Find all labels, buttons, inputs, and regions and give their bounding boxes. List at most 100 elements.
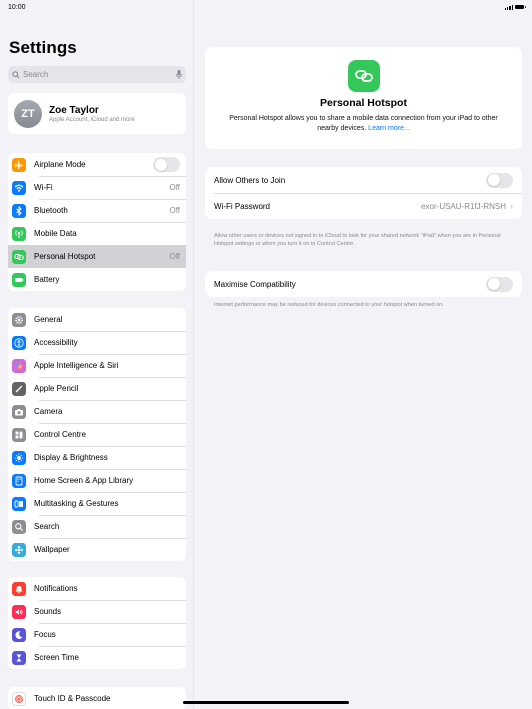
sidebar-item-mobile-data[interactable]: Mobile Data <box>8 222 186 245</box>
pencil-icon <box>12 381 26 396</box>
sidebar-item-control-centre[interactable]: Control Centre <box>8 423 186 446</box>
sidebar-item-wallpaper[interactable]: Wallpaper <box>8 538 186 561</box>
sidebar-item-personal-hotspot[interactable]: Personal Hotspot Off <box>8 245 186 268</box>
sidebar-item-label: Search <box>34 522 60 531</box>
battery-status-icon <box>515 4 526 10</box>
allow-others-toggle[interactable] <box>486 172 513 188</box>
sidebar-item-touch-id-and-passcode[interactable]: Touch ID & Passcode <box>8 687 186 709</box>
bluetooth-icon <box>12 203 26 218</box>
battery-icon <box>12 272 26 287</box>
sidebar-item-label: Wallpaper <box>34 545 70 554</box>
sidebar-item-display-and-brightness[interactable]: Display & Brightness <box>8 446 186 469</box>
sidebar-item-label: Camera <box>34 407 63 416</box>
home-screen-icon <box>12 473 26 488</box>
gear-icon <box>12 312 26 327</box>
profile-name: Zoe Taylor <box>49 104 99 116</box>
microphone-icon[interactable] <box>176 70 182 79</box>
allow-others-row: Allow Others to Join <box>205 167 522 193</box>
moon-icon <box>12 627 26 642</box>
sidebar-item-apple-intelligence-and-siri[interactable]: Apple Intelligence & Siri <box>8 354 186 377</box>
sidebar-group-system: General Accessibility Apple Intelligence &… <box>8 308 186 561</box>
wifi-password-label: Wi-Fi Password <box>214 201 271 211</box>
hotspot-title: Personal Hotspot <box>320 97 407 109</box>
sidebar-item-screen-time[interactable]: Screen Time <box>8 646 186 669</box>
hourglass-icon <box>12 650 26 665</box>
sidebar-item-notifications[interactable]: Notifications <box>8 577 186 600</box>
sidebar-item-wi-fi[interactable]: Wi-Fi Off <box>8 176 186 199</box>
sidebar-item-focus[interactable]: Focus <box>8 623 186 646</box>
sidebar-item-airplane-mode[interactable]: Airplane Mode <box>8 153 186 176</box>
sidebar-item-value: Off <box>169 206 180 215</box>
personal-hotspot-detail: Personal Hotspot Personal Hotspot allows… <box>195 0 532 709</box>
airplane-mode-toggle[interactable] <box>153 157 180 172</box>
hotspot-link-icon <box>347 60 380 92</box>
sidebar-item-label: Focus <box>34 630 56 639</box>
maximise-label: Maximise Compatibility <box>214 279 296 289</box>
hotspot-description-text: Personal Hotspot allows you to share a m… <box>229 115 498 133</box>
control-centre-icon <box>12 427 26 442</box>
sidebar-group-notifications: Notifications Sounds Focus Screen Time <box>8 577 186 669</box>
sidebar-item-label: Home Screen & App Library <box>34 476 134 485</box>
sidebar-item-bluetooth[interactable]: Bluetooth Off <box>8 199 186 222</box>
sidebar-item-general[interactable]: General <box>8 308 186 331</box>
sidebar-item-value: Off <box>169 183 180 192</box>
hotspot-settings-card: Allow Others to Join Wi-Fi Password exor… <box>205 167 522 219</box>
sidebar-item-camera[interactable]: Camera <box>8 400 186 423</box>
multitasking-icon <box>12 496 26 511</box>
wallpaper-icon <box>12 542 26 557</box>
sidebar-item-label: Personal Hotspot <box>34 252 96 261</box>
search-field[interactable]: Search <box>8 66 186 83</box>
wifi-password-value: exor-USAU-R1fJ-RNSH <box>421 201 506 211</box>
avatar: ZT <box>14 99 42 128</box>
status-icons <box>504 4 526 10</box>
wifi-password-row[interactable]: Wi-Fi Password exor-USAU-R1fJ-RNSH › <box>205 193 522 219</box>
search-icon <box>12 70 20 79</box>
sidebar-item-label: Battery <box>34 275 60 284</box>
sidebar-item-apple-pencil[interactable]: Apple Pencil <box>8 377 186 400</box>
hotspot-hero-card: Personal Hotspot Personal Hotspot allows… <box>205 47 522 149</box>
sidebar-item-multitasking-and-gestures[interactable]: Multitasking & Gestures <box>8 492 186 515</box>
antenna-icon <box>12 226 26 241</box>
sidebar-item-label: Accessibility <box>34 338 78 347</box>
maximise-note: Internet performance may be reduced for … <box>214 302 444 308</box>
learn-more-link[interactable]: Learn more... <box>368 125 410 132</box>
hotspot-description: Personal Hotspot allows you to share a m… <box>219 114 509 134</box>
sun-icon <box>12 450 26 465</box>
sidebar-item-label: General <box>34 315 63 324</box>
maximise-row: Maximise Compatibility <box>205 271 522 297</box>
allow-others-note: Allow other users or devices not signed … <box>214 233 501 248</box>
maximise-toggle[interactable] <box>486 276 513 292</box>
camera-icon <box>12 404 26 419</box>
sidebar-item-label: Multitasking & Gestures <box>34 499 119 508</box>
allow-others-label: Allow Others to Join <box>214 175 286 185</box>
bell-icon <box>12 581 26 596</box>
sidebar-title: Settings <box>9 38 77 57</box>
sidebar-item-label: Screen Time <box>34 653 79 662</box>
sidebar-item-sounds[interactable]: Sounds <box>8 600 186 623</box>
status-bar: 10:00 <box>0 0 532 14</box>
fingerprint-icon <box>12 691 26 706</box>
sidebar-item-label: Mobile Data <box>34 229 77 238</box>
sidebar-item-label: Apple Intelligence & Siri <box>34 361 119 370</box>
sidebar-item-label: Control Centre <box>34 430 87 439</box>
sidebar-group-connectivity: Airplane Mode Wi-Fi Off Bluetooth Off Mobile … <box>8 153 186 291</box>
sidebar-group-security: Touch ID & Passcode <box>8 687 186 709</box>
hotspot-link-icon <box>12 249 26 264</box>
apple-account-profile[interactable]: ZT Zoe Taylor Apple Account, iCloud and … <box>8 93 186 134</box>
siri-icon <box>12 358 26 373</box>
airplane-icon <box>12 157 26 172</box>
sidebar-item-label: Touch ID & Passcode <box>34 694 111 703</box>
sidebar-item-search[interactable]: Search <box>8 515 186 538</box>
maximise-card: Maximise Compatibility <box>205 271 522 297</box>
accessibility-icon <box>12 335 26 350</box>
sidebar-item-label: Sounds <box>34 607 62 616</box>
status-time: 10:00 <box>8 3 26 11</box>
speaker-icon <box>12 604 26 619</box>
wifi-icon <box>12 180 26 195</box>
sidebar-item-label: Bluetooth <box>34 206 68 215</box>
sidebar-item-battery[interactable]: Battery <box>8 268 186 291</box>
sidebar-item-value: Off <box>169 252 180 261</box>
sidebar-item-accessibility[interactable]: Accessibility <box>8 331 186 354</box>
sidebar-item-home-screen-and-app-library[interactable]: Home Screen & App Library <box>8 469 186 492</box>
home-indicator[interactable] <box>183 701 349 704</box>
